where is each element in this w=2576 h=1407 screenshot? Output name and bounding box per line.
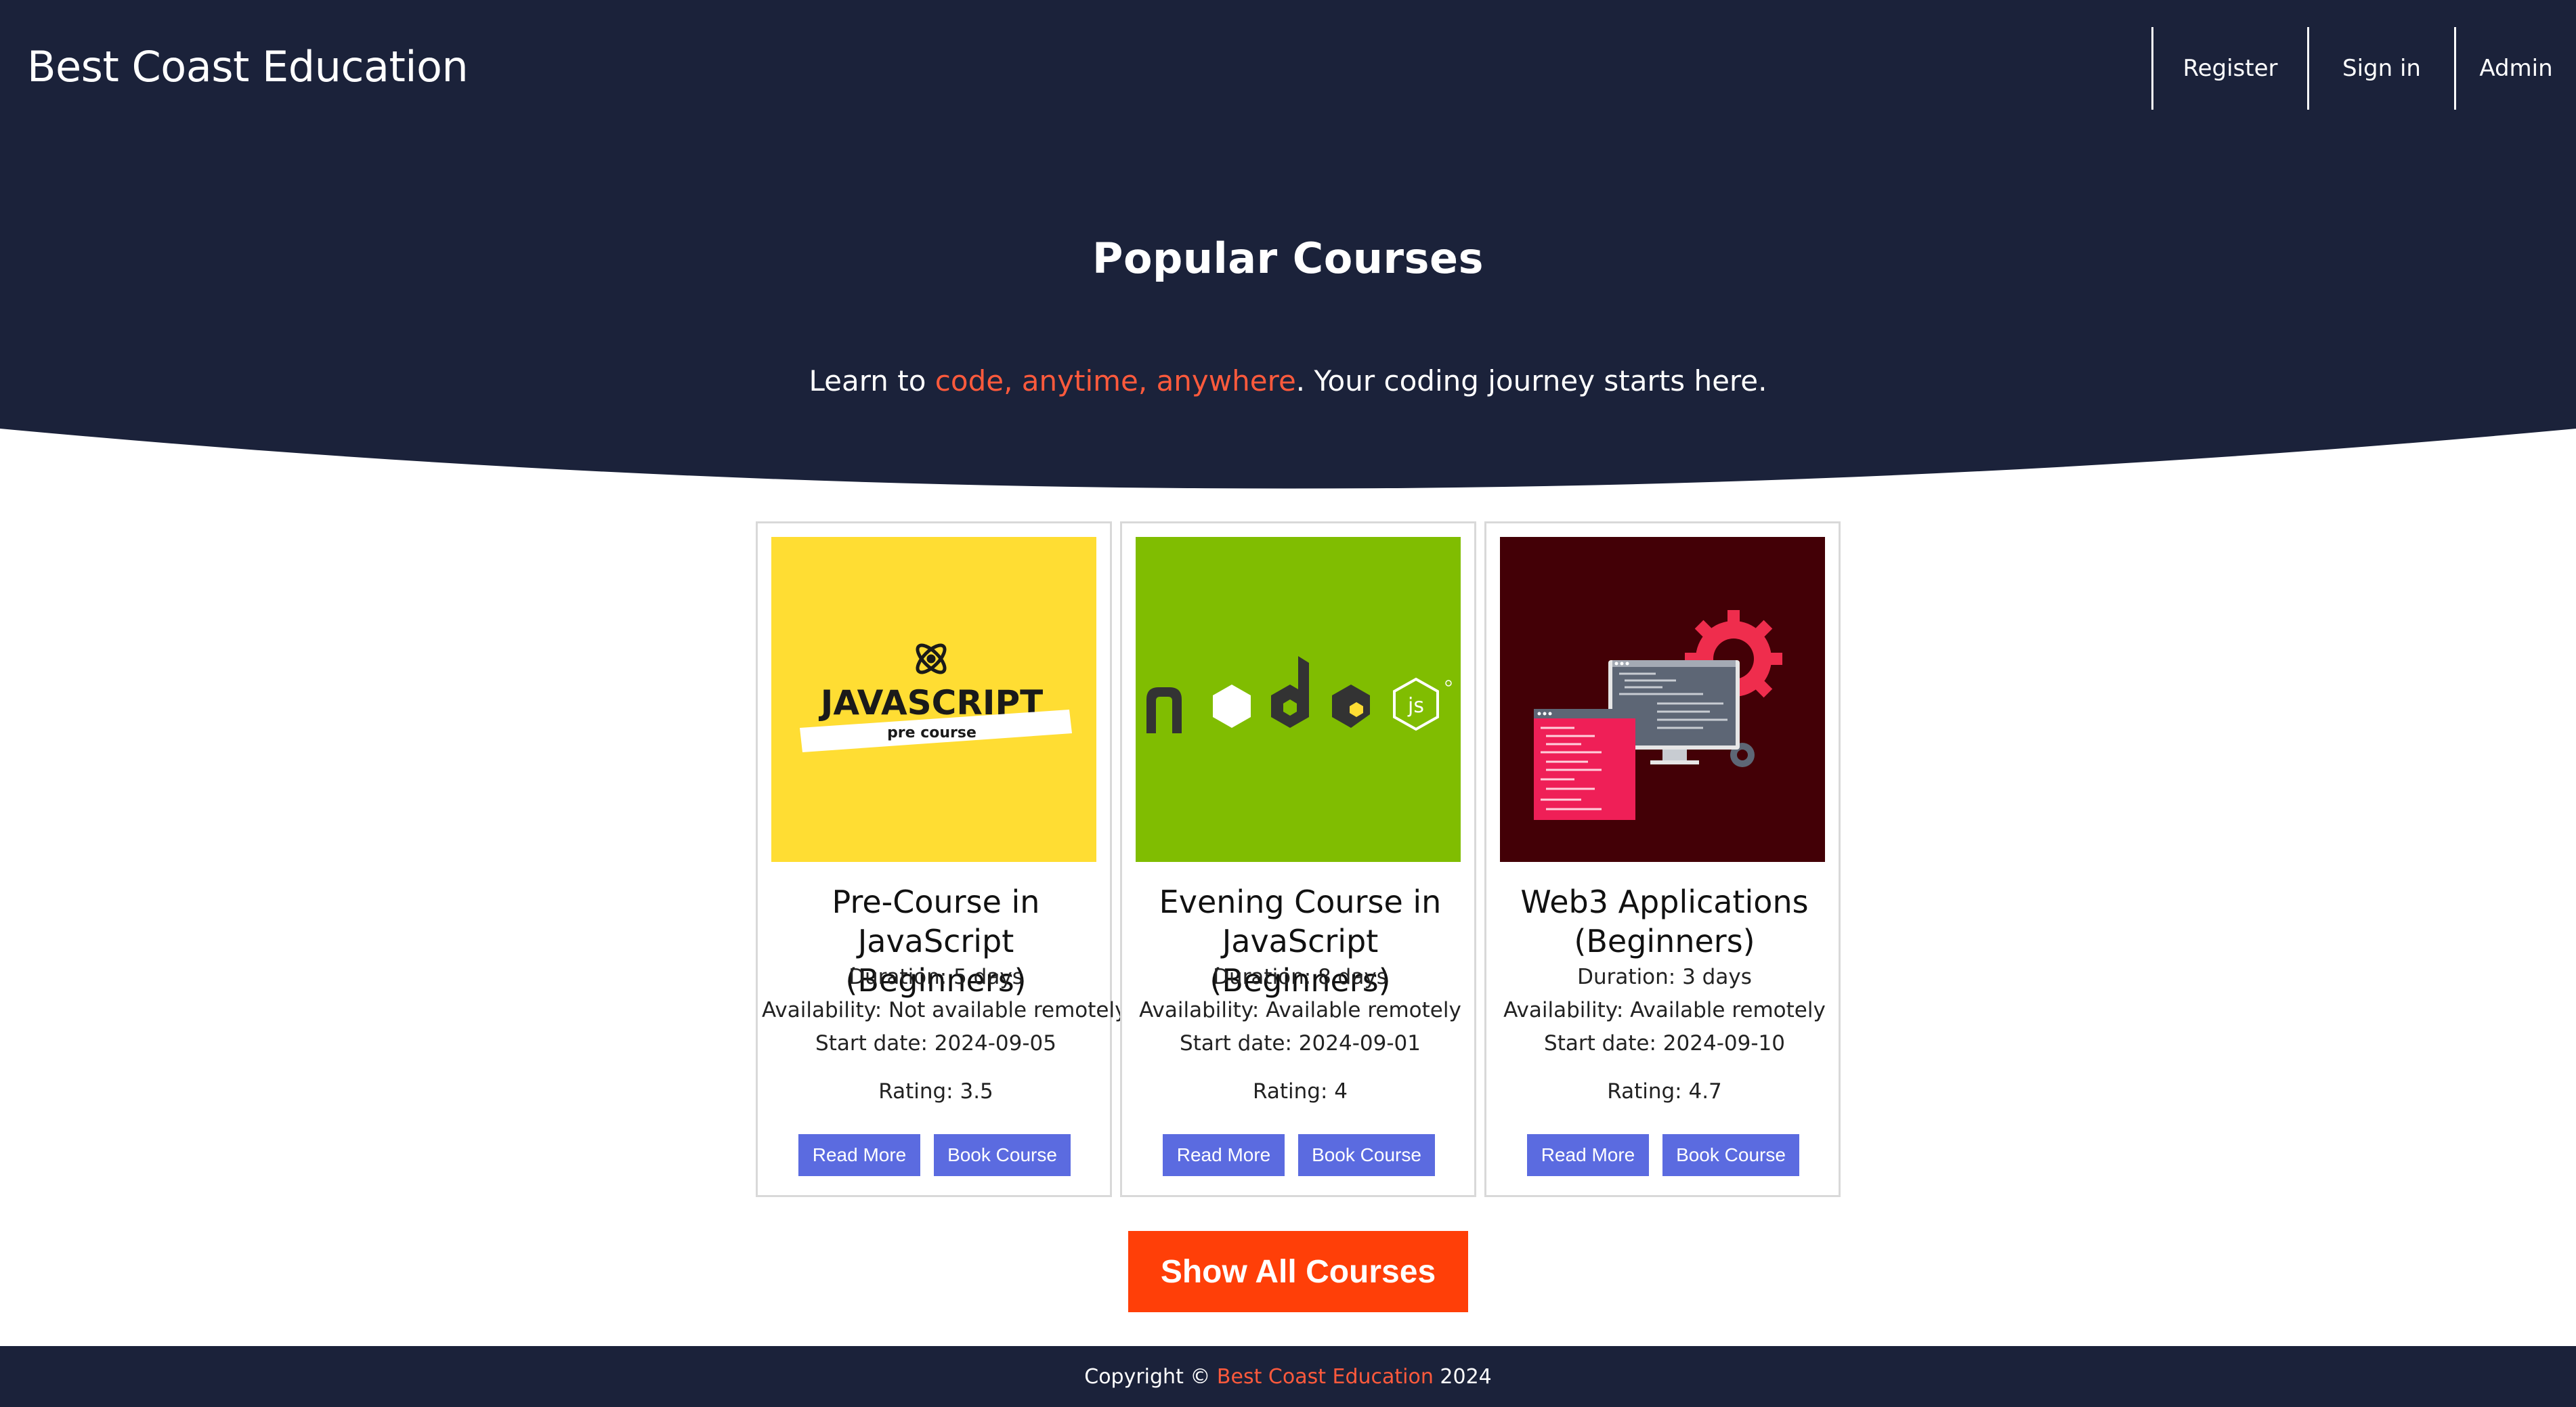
nav-sign-in[interactable]: Sign in xyxy=(2307,27,2454,110)
footer-copyright-prefix: Copyright © xyxy=(1084,1364,1217,1389)
course-availability: Availability: Available remotely xyxy=(1503,998,1826,1022)
book-course-button[interactable]: Book Course xyxy=(934,1134,1071,1176)
web3-computer-icon xyxy=(1500,537,1825,862)
book-course-button[interactable]: Book Course xyxy=(1662,1134,1799,1176)
course-duration: Duration: 8 days xyxy=(1213,965,1388,989)
course-duration: Duration: 5 days xyxy=(849,965,1023,989)
hero-background xyxy=(0,129,2576,489)
javascript-logo-icon: JAVASCRIPT pre course xyxy=(771,537,1096,862)
hero-subtitle-highlight: code, anytime, anywhere xyxy=(935,364,1296,397)
book-course-button[interactable]: Book Course xyxy=(1298,1134,1435,1176)
course-start-date: Start date: 2024-09-05 xyxy=(815,1031,1056,1056)
svg-text:js: js xyxy=(1407,694,1424,718)
read-more-button[interactable]: Read More xyxy=(798,1134,920,1176)
course-start-date: Start date: 2024-09-10 xyxy=(1544,1031,1785,1056)
nodejs-logo-icon: js xyxy=(1136,537,1461,862)
course-title: Web3 Applications (Beginners) xyxy=(1520,884,1809,959)
brand-logo[interactable]: Best Coast Education xyxy=(27,42,469,91)
footer-brand-link[interactable]: Best Coast Education xyxy=(1217,1365,1434,1389)
course-start-date: Start date: 2024-09-01 xyxy=(1180,1031,1421,1056)
hero-subtitle: Learn to code, anytime, anywhere. Your c… xyxy=(0,364,2576,397)
course-rating: Rating: 4.7 xyxy=(1607,1079,1722,1104)
course-duration: Duration: 3 days xyxy=(1577,965,1752,989)
course-card: js Evening Course in JavaScript (Beginne… xyxy=(1120,521,1476,1197)
course-availability: Availability: Available remotely xyxy=(1139,998,1461,1022)
javascript-course-image: JAVASCRIPT pre course xyxy=(771,537,1096,862)
nodejs-course-image: js xyxy=(1136,537,1461,862)
footer-year: 2024 xyxy=(1433,1364,1492,1389)
read-more-button[interactable]: Read More xyxy=(1163,1134,1285,1176)
hero-subtitle-suffix: . Your coding journey starts here. xyxy=(1295,364,1767,397)
show-all-courses-button[interactable]: Show All Courses xyxy=(1128,1231,1468,1312)
nav-admin[interactable]: Admin xyxy=(2454,27,2576,110)
course-card: JAVASCRIPT pre course Pre-Course in Java… xyxy=(756,521,1128,1197)
course-card: Web3 Applications (Beginners) Duration: … xyxy=(1484,521,1841,1197)
course-availability: Availability: Not available remotely xyxy=(762,998,1128,1022)
nav-register[interactable]: Register xyxy=(2151,27,2307,110)
hero-subtitle-prefix: Learn to xyxy=(809,364,935,397)
read-more-button[interactable]: Read More xyxy=(1527,1134,1649,1176)
top-navbar: Best Coast Education Register Sign in Ad… xyxy=(0,0,2576,135)
hero-title: Popular Courses xyxy=(1092,234,1484,283)
course-rating: Rating: 3.5 xyxy=(878,1079,993,1104)
course-rating: Rating: 4 xyxy=(1253,1079,1348,1104)
image-text-pre-course: pre course xyxy=(887,724,976,741)
footer: Copyright © Best Coast Education 2024 xyxy=(0,1346,2576,1407)
web3-course-image xyxy=(1500,537,1825,862)
main-nav: Register Sign in Admin xyxy=(2151,27,2576,110)
